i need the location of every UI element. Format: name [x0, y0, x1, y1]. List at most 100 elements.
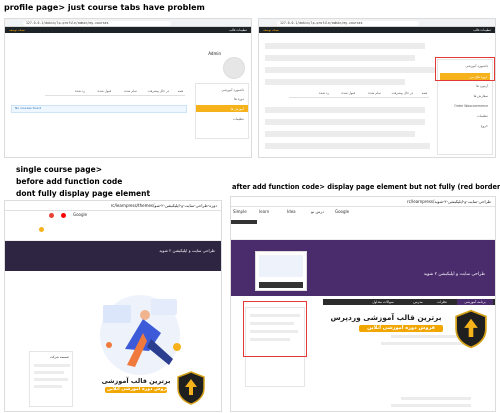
placeholder-bar [34, 378, 68, 381]
caption-dont-fully-display: dont fully display page element [16, 189, 151, 198]
dev-label[interactable]: نسخه توسعه [263, 28, 279, 32]
tab-finished[interactable]: تمام شده [368, 91, 381, 95]
placeholder-bar [265, 107, 425, 113]
screenshot-course-after: طراحی-سایت-و-اپلیکیشن-۲-شوید/rc/learnpre… [230, 196, 496, 412]
sidebar-item-active-label: آموزش ها [230, 106, 244, 111]
tab-all[interactable]: همه [178, 89, 183, 93]
placeholder-bar [391, 404, 471, 407]
highlight-box [243, 301, 307, 357]
logo-icon[interactable] [39, 227, 44, 232]
site-label[interactable]: تنظیمات قالب [473, 27, 491, 33]
tab-finished[interactable]: تمام شده [124, 89, 137, 93]
tab-faq[interactable]: سوالات متداول [363, 299, 403, 305]
preview-thumb [259, 255, 303, 277]
course-tabs: برنامه آموزشی نظرات مدرس سوالات متداول [323, 299, 495, 305]
preview-button[interactable] [259, 282, 303, 288]
illustration-art [100, 295, 181, 375]
course-illustration [85, 289, 195, 381]
placeholder-bar [34, 364, 70, 367]
sidebar-item-active[interactable]: آموزش ها [196, 105, 248, 112]
promo-title: برترین قالب آموزشی [101, 377, 171, 385]
bookmark-google[interactable]: Google [73, 212, 87, 217]
dev-label[interactable]: نسخه توسعه [9, 28, 25, 32]
placeholder-bar [265, 43, 425, 49]
shield-icon [177, 371, 205, 405]
address-bar[interactable]: 127.0.0.1/dokin/lp-profile/admin/my-cour… [277, 21, 419, 26]
avatar [223, 57, 245, 79]
placeholder-bar [265, 131, 415, 137]
sidebar-item-settings[interactable]: تنظیمات [477, 114, 488, 118]
sidebar-item-orders[interactable]: سفارش ها [474, 94, 488, 98]
placeholder-bar [34, 385, 62, 388]
highlight-box [435, 57, 495, 81]
youtube-icon [61, 212, 66, 218]
screenshot-profile-left: 127.0.0.1/dokin/lp-profile/admin/my-cour… [4, 18, 252, 158]
course-tabs: همه در حال پیشرفت تمام شده قبول شده رد ش… [289, 89, 429, 98]
wp-admin-bar: نسخه توسعه تنظیمات قالب [5, 27, 251, 33]
course-preview-card [255, 251, 307, 291]
profile-username: Admin [208, 51, 221, 56]
site-header [5, 219, 221, 241]
placeholder-bar [34, 371, 64, 374]
promo-title: برترین قالب آموزشی وردپرس [330, 313, 442, 322]
promo-subtitle: فروش دوره آموزشی آنلاین [105, 387, 170, 393]
bookmarks-bar: Google [5, 211, 221, 219]
sidebar-item-woocommerce[interactable]: Order Woocommerce [454, 104, 488, 108]
browser-chrome: طراحی-سایت-و-اپلیکیشن-۲-شوید/rc/learnpre… [231, 197, 495, 207]
bookmark-gmail[interactable] [49, 212, 54, 218]
browser-chrome: 127.0.0.1/dokin/lp-profile/admin/my-cour… [259, 19, 495, 27]
screenshot-profile-right: 127.0.0.1/dokin/lp-profile/admin/my-cour… [258, 18, 496, 158]
no-courses-notice: No courses found [11, 105, 187, 113]
address-bar[interactable]: دوره-طراحی-سایت-و-اپلیکیشن-۲-شو/rc/learn… [9, 203, 217, 209]
tab-passed[interactable]: قبول شده [342, 91, 355, 95]
bookmark-simple[interactable]: Simple [233, 209, 247, 214]
site-label[interactable]: تنظیمات قالب [229, 27, 247, 33]
tab-passed[interactable]: قبول شده [98, 89, 111, 93]
sidebar-item-dashboard[interactable]: داشبورد آموزشی [221, 88, 244, 92]
side-box-label: ضمیمه شرکت [49, 355, 69, 359]
bookmarks-bar: Simple learn Idea درس نو Google [231, 207, 495, 216]
header-dark-strip [231, 220, 257, 224]
promo-subtitle: فروش دوره آموزشی آنلاین [359, 325, 443, 332]
address-bar[interactable]: طراحی-سایت-و-اپلیکیشن-۲-شوید/rc/learnpre… [235, 199, 491, 205]
browser-chrome: دوره-طراحی-سایت-و-اپلیکیشن-۲-شو/rc/learn… [5, 201, 221, 211]
caption-top: profile page> just course tabs have prob… [4, 3, 205, 12]
tab-in-progress[interactable]: در حال پیشرفت [148, 89, 169, 93]
tab-failed[interactable]: رد شده [75, 89, 85, 93]
caption-after-code: after add function code> display page el… [232, 183, 500, 191]
screenshot-course-before: دوره-طراحی-سایت-و-اپلیکیشن-۲-شو/rc/learn… [4, 200, 222, 412]
placeholder-bar [265, 55, 415, 61]
site-header [231, 216, 495, 240]
course-tabs: همه در حال پیشرفت تمام شده قبول شده رد ش… [45, 87, 185, 96]
tab-in-progress[interactable]: در حال پیشرفت [392, 91, 413, 95]
placeholder-bar [265, 67, 435, 73]
placeholder-bar [265, 143, 430, 149]
bookmark-idea[interactable]: Idea [287, 209, 296, 214]
sidebar-item-settings[interactable]: تنظیمات [233, 117, 244, 121]
sidebar-item-logout[interactable]: خروج [481, 124, 488, 128]
bookmark-learn[interactable]: learn [259, 209, 269, 214]
course-hero-title: طراحی سایت و اپلیکیشن ۲ شوید [159, 248, 215, 253]
bookmark-youtube[interactable] [61, 212, 66, 218]
placeholder-bar [265, 119, 425, 125]
browser-chrome: 127.0.0.1/dokin/lp-profile/admin/my-cour… [5, 19, 251, 27]
tab-curriculum[interactable]: برنامه آموزشی [457, 299, 493, 305]
gmail-icon [49, 212, 54, 218]
caption-before-code: before add function code [16, 177, 123, 186]
caption-single-course: single course page> [16, 165, 102, 174]
bookmark-google[interactable]: Google [335, 209, 349, 214]
course-hero: طراحی سایت و اپلیکیشن ۲ شوید [5, 241, 221, 271]
sidebar-item-quizzes[interactable]: آزمون ها [476, 84, 488, 88]
placeholder-bar [265, 79, 405, 85]
address-bar[interactable]: 127.0.0.1/dokin/lp-profile/admin/my-cour… [23, 21, 171, 26]
tab-failed[interactable]: رد شده [319, 91, 329, 95]
sidebar-item-courses[interactable]: دوره ها [234, 97, 244, 101]
tab-reviews[interactable]: نظرات [431, 299, 453, 305]
tab-instructor[interactable]: مدرس [407, 299, 429, 305]
wp-admin-bar: نسخه توسعه تنظیمات قالب [259, 27, 495, 33]
placeholder-bar [401, 397, 471, 400]
profile-sidebar: داشبورد آموزشی دوره ها آموزش ها تنظیمات [195, 83, 249, 139]
shield-icon [455, 309, 487, 349]
bookmark-darsno[interactable]: درس نو [311, 209, 324, 214]
tab-all[interactable]: همه [422, 91, 427, 95]
